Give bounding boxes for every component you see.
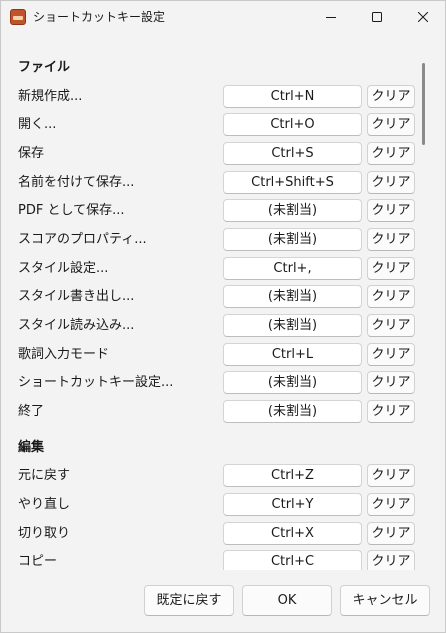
shortcut-label: スタイル設定... <box>18 261 109 276</box>
shortcut-list[interactable]: ファイル 新規作成... Ctrl+N クリア 開く... Ctrl+O クリア 保存 Ctrl… <box>1 33 445 570</box>
shortcut-label: 保存 <box>18 146 45 161</box>
clear-button[interactable]: クリア <box>367 371 415 394</box>
app-icon <box>10 9 26 25</box>
clear-button[interactable]: クリア <box>367 85 415 108</box>
shortcut-key-field[interactable]: Ctrl+C <box>223 550 362 570</box>
close-button[interactable] <box>400 1 446 33</box>
clear-button[interactable]: クリア <box>367 228 415 251</box>
shortcut-label: 切り取り <box>18 526 71 541</box>
clear-button[interactable]: クリア <box>367 199 415 222</box>
section-header: ファイル <box>18 60 71 75</box>
minimize-button[interactable] <box>308 1 354 33</box>
shortcut-key-field[interactable]: (未割当) <box>223 314 362 337</box>
clear-button[interactable]: クリア <box>367 142 415 165</box>
clear-button[interactable]: クリア <box>367 257 415 280</box>
shortcut-label: ショートカットキー設定... <box>18 375 174 390</box>
shortcut-key-field[interactable]: Ctrl+, <box>223 257 362 280</box>
shortcut-label: 歌詞入力モード <box>18 347 110 362</box>
maximize-button[interactable] <box>354 1 400 33</box>
clear-button[interactable]: クリア <box>367 464 415 487</box>
title-bar[interactable]: ショートカットキー設定 <box>1 1 445 33</box>
shortcut-label: スコアのプロパティ... <box>18 232 147 247</box>
maximize-icon <box>372 12 382 22</box>
clear-button[interactable]: クリア <box>367 314 415 337</box>
clear-button[interactable]: クリア <box>367 493 415 516</box>
shortcut-label: 開く... <box>18 117 57 132</box>
shortcut-key-field[interactable]: Ctrl+X <box>223 522 362 545</box>
clear-button[interactable]: クリア <box>367 550 415 570</box>
window-title: ショートカットキー設定 <box>33 10 166 24</box>
shortcut-label: PDF として保存... <box>18 203 125 218</box>
shortcut-key-field[interactable]: (未割当) <box>223 199 362 222</box>
shortcut-label: 名前を付けて保存... <box>18 175 135 190</box>
shortcut-label: やり直し <box>18 497 71 512</box>
shortcut-label: 終了 <box>18 404 45 419</box>
minimize-icon <box>326 17 336 18</box>
shortcut-key-field[interactable]: (未割当) <box>223 285 362 308</box>
shortcut-label: 新規作成... <box>18 89 83 104</box>
cancel-button[interactable]: キャンセル <box>340 585 430 616</box>
clear-button[interactable]: クリア <box>367 285 415 308</box>
shortcut-label: コピー <box>18 554 58 569</box>
shortcut-label: スタイル読み込み... <box>18 318 135 333</box>
clear-button[interactable]: クリア <box>367 343 415 366</box>
shortcut-key-field[interactable]: Ctrl+L <box>223 343 362 366</box>
shortcut-key-field[interactable]: Ctrl+Z <box>223 464 362 487</box>
dialog-footer: 既定に戻す OK キャンセル <box>1 570 445 632</box>
reset-defaults-button[interactable]: 既定に戻す <box>144 585 234 616</box>
ok-button[interactable]: OK <box>242 585 332 616</box>
shortcut-key-field[interactable]: (未割当) <box>223 371 362 394</box>
shortcut-label: 元に戻す <box>18 468 71 483</box>
close-icon <box>418 12 428 22</box>
shortcut-key-field[interactable]: (未割当) <box>223 228 362 251</box>
shortcut-key-field[interactable]: Ctrl+S <box>223 142 362 165</box>
scrollbar-thumb[interactable] <box>422 63 425 145</box>
shortcut-key-field[interactable]: Ctrl+Shift+S <box>223 171 362 194</box>
clear-button[interactable]: クリア <box>367 522 415 545</box>
clear-button[interactable]: クリア <box>367 171 415 194</box>
shortcut-key-field[interactable]: (未割当) <box>223 400 362 423</box>
shortcut-key-field[interactable]: Ctrl+N <box>223 85 362 108</box>
shortcut-key-field[interactable]: Ctrl+Y <box>223 493 362 516</box>
shortcut-label: スタイル書き出し... <box>18 289 135 304</box>
shortcut-key-field[interactable]: Ctrl+O <box>223 113 362 136</box>
clear-button[interactable]: クリア <box>367 400 415 423</box>
shortcut-settings-dialog: ショートカットキー設定 ファイル 新規作成... Ctrl+N クリア 開く... Ctr… <box>0 0 446 633</box>
clear-button[interactable]: クリア <box>367 113 415 136</box>
section-header: 編集 <box>18 440 45 455</box>
